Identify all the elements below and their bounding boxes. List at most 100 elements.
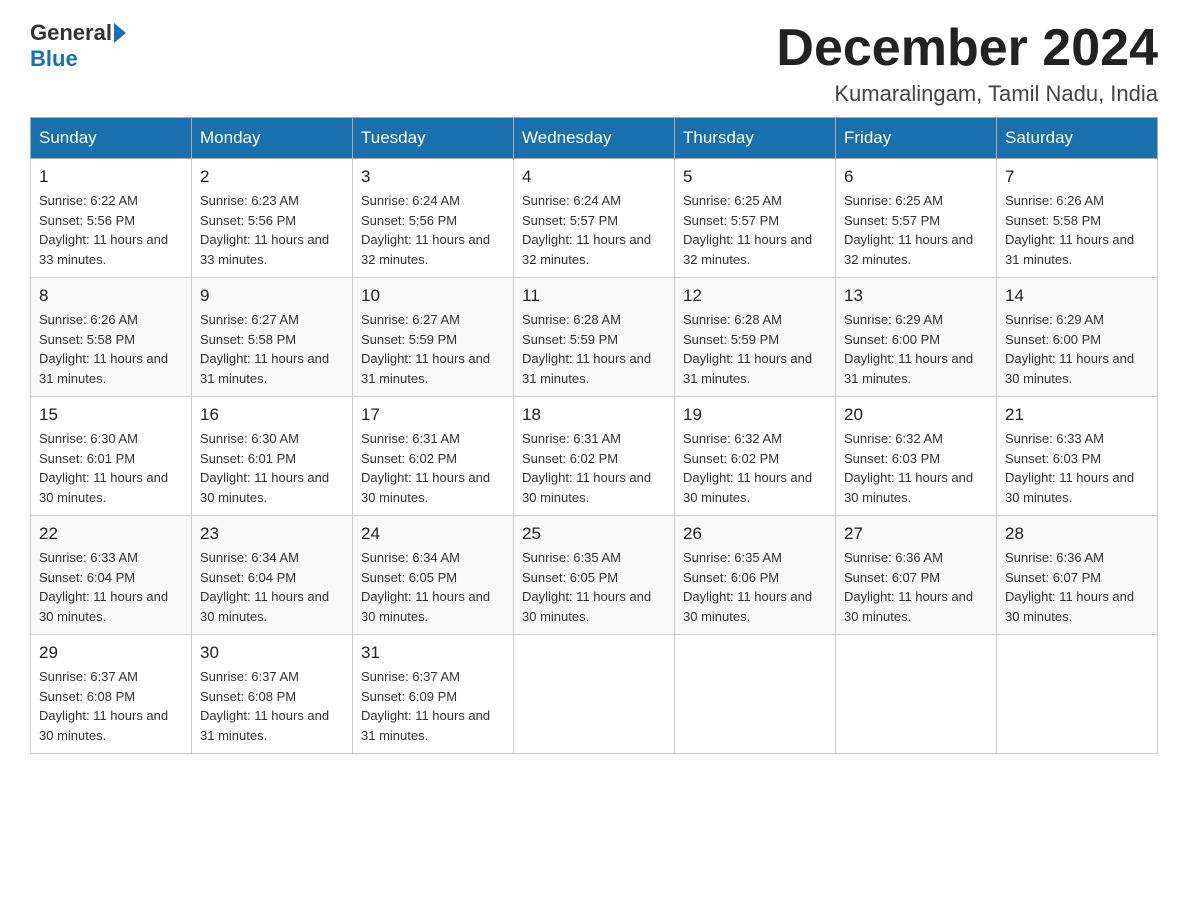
calendar-cell <box>836 635 997 754</box>
logo-general-text: General <box>30 20 112 46</box>
day-info: Sunrise: 6:30 AM Sunset: 6:01 PM Dayligh… <box>39 429 183 507</box>
day-number: 26 <box>683 524 827 544</box>
logo-triangle-icon <box>114 23 126 43</box>
day-info: Sunrise: 6:37 AM Sunset: 6:09 PM Dayligh… <box>361 667 505 745</box>
day-info: Sunrise: 6:25 AM Sunset: 5:57 PM Dayligh… <box>683 191 827 269</box>
calendar-week-row: 29 Sunrise: 6:37 AM Sunset: 6:08 PM Dayl… <box>31 635 1158 754</box>
calendar-cell: 12 Sunrise: 6:28 AM Sunset: 5:59 PM Dayl… <box>675 278 836 397</box>
calendar-week-row: 15 Sunrise: 6:30 AM Sunset: 6:01 PM Dayl… <box>31 397 1158 516</box>
calendar-cell: 10 Sunrise: 6:27 AM Sunset: 5:59 PM Dayl… <box>353 278 514 397</box>
calendar-cell: 27 Sunrise: 6:36 AM Sunset: 6:07 PM Dayl… <box>836 516 997 635</box>
day-info: Sunrise: 6:22 AM Sunset: 5:56 PM Dayligh… <box>39 191 183 269</box>
calendar-cell: 13 Sunrise: 6:29 AM Sunset: 6:00 PM Dayl… <box>836 278 997 397</box>
day-number: 24 <box>361 524 505 544</box>
day-number: 1 <box>39 167 183 187</box>
day-number: 4 <box>522 167 666 187</box>
calendar-cell: 8 Sunrise: 6:26 AM Sunset: 5:58 PM Dayli… <box>31 278 192 397</box>
day-number: 31 <box>361 643 505 663</box>
calendar-table: SundayMondayTuesdayWednesdayThursdayFrid… <box>30 117 1158 754</box>
calendar-cell: 22 Sunrise: 6:33 AM Sunset: 6:04 PM Dayl… <box>31 516 192 635</box>
day-info: Sunrise: 6:32 AM Sunset: 6:02 PM Dayligh… <box>683 429 827 507</box>
day-info: Sunrise: 6:28 AM Sunset: 5:59 PM Dayligh… <box>683 310 827 388</box>
day-info: Sunrise: 6:33 AM Sunset: 6:03 PM Dayligh… <box>1005 429 1149 507</box>
day-info: Sunrise: 6:24 AM Sunset: 5:57 PM Dayligh… <box>522 191 666 269</box>
calendar-cell: 11 Sunrise: 6:28 AM Sunset: 5:59 PM Dayl… <box>514 278 675 397</box>
day-info: Sunrise: 6:36 AM Sunset: 6:07 PM Dayligh… <box>844 548 988 626</box>
calendar-cell <box>997 635 1158 754</box>
day-info: Sunrise: 6:37 AM Sunset: 6:08 PM Dayligh… <box>200 667 344 745</box>
day-number: 13 <box>844 286 988 306</box>
day-number: 29 <box>39 643 183 663</box>
day-number: 25 <box>522 524 666 544</box>
day-info: Sunrise: 6:31 AM Sunset: 6:02 PM Dayligh… <box>361 429 505 507</box>
calendar-cell: 1 Sunrise: 6:22 AM Sunset: 5:56 PM Dayli… <box>31 159 192 278</box>
day-info: Sunrise: 6:29 AM Sunset: 6:00 PM Dayligh… <box>1005 310 1149 388</box>
weekday-header-thursday: Thursday <box>675 118 836 159</box>
calendar-cell: 5 Sunrise: 6:25 AM Sunset: 5:57 PM Dayli… <box>675 159 836 278</box>
day-info: Sunrise: 6:27 AM Sunset: 5:58 PM Dayligh… <box>200 310 344 388</box>
weekday-header-sunday: Sunday <box>31 118 192 159</box>
day-info: Sunrise: 6:37 AM Sunset: 6:08 PM Dayligh… <box>39 667 183 745</box>
day-number: 2 <box>200 167 344 187</box>
calendar-cell: 2 Sunrise: 6:23 AM Sunset: 5:56 PM Dayli… <box>192 159 353 278</box>
page-header: General Blue December 2024 Kumaralingam,… <box>30 20 1158 107</box>
calendar-cell: 26 Sunrise: 6:35 AM Sunset: 6:06 PM Dayl… <box>675 516 836 635</box>
calendar-cell: 7 Sunrise: 6:26 AM Sunset: 5:58 PM Dayli… <box>997 159 1158 278</box>
weekday-header-friday: Friday <box>836 118 997 159</box>
day-number: 5 <box>683 167 827 187</box>
calendar-cell <box>514 635 675 754</box>
logo: General Blue <box>30 20 128 72</box>
calendar-cell: 9 Sunrise: 6:27 AM Sunset: 5:58 PM Dayli… <box>192 278 353 397</box>
day-number: 22 <box>39 524 183 544</box>
day-number: 20 <box>844 405 988 425</box>
calendar-cell: 21 Sunrise: 6:33 AM Sunset: 6:03 PM Dayl… <box>997 397 1158 516</box>
calendar-cell: 17 Sunrise: 6:31 AM Sunset: 6:02 PM Dayl… <box>353 397 514 516</box>
day-info: Sunrise: 6:35 AM Sunset: 6:05 PM Dayligh… <box>522 548 666 626</box>
day-number: 3 <box>361 167 505 187</box>
month-title: December 2024 <box>776 20 1158 77</box>
day-info: Sunrise: 6:36 AM Sunset: 6:07 PM Dayligh… <box>1005 548 1149 626</box>
day-number: 7 <box>1005 167 1149 187</box>
day-info: Sunrise: 6:24 AM Sunset: 5:56 PM Dayligh… <box>361 191 505 269</box>
day-number: 30 <box>200 643 344 663</box>
day-info: Sunrise: 6:30 AM Sunset: 6:01 PM Dayligh… <box>200 429 344 507</box>
day-number: 12 <box>683 286 827 306</box>
calendar-cell: 15 Sunrise: 6:30 AM Sunset: 6:01 PM Dayl… <box>31 397 192 516</box>
location-subtitle: Kumaralingam, Tamil Nadu, India <box>776 81 1158 107</box>
day-info: Sunrise: 6:29 AM Sunset: 6:00 PM Dayligh… <box>844 310 988 388</box>
day-number: 11 <box>522 286 666 306</box>
calendar-cell: 14 Sunrise: 6:29 AM Sunset: 6:00 PM Dayl… <box>997 278 1158 397</box>
weekday-header-monday: Monday <box>192 118 353 159</box>
calendar-week-row: 1 Sunrise: 6:22 AM Sunset: 5:56 PM Dayli… <box>31 159 1158 278</box>
day-number: 15 <box>39 405 183 425</box>
logo-blue-text: Blue <box>30 46 78 72</box>
calendar-week-row: 8 Sunrise: 6:26 AM Sunset: 5:58 PM Dayli… <box>31 278 1158 397</box>
calendar-cell: 4 Sunrise: 6:24 AM Sunset: 5:57 PM Dayli… <box>514 159 675 278</box>
day-number: 21 <box>1005 405 1149 425</box>
calendar-cell: 20 Sunrise: 6:32 AM Sunset: 6:03 PM Dayl… <box>836 397 997 516</box>
day-number: 8 <box>39 286 183 306</box>
day-number: 19 <box>683 405 827 425</box>
day-info: Sunrise: 6:35 AM Sunset: 6:06 PM Dayligh… <box>683 548 827 626</box>
title-section: December 2024 Kumaralingam, Tamil Nadu, … <box>776 20 1158 107</box>
day-info: Sunrise: 6:26 AM Sunset: 5:58 PM Dayligh… <box>39 310 183 388</box>
day-info: Sunrise: 6:26 AM Sunset: 5:58 PM Dayligh… <box>1005 191 1149 269</box>
calendar-cell: 6 Sunrise: 6:25 AM Sunset: 5:57 PM Dayli… <box>836 159 997 278</box>
day-number: 23 <box>200 524 344 544</box>
calendar-cell: 18 Sunrise: 6:31 AM Sunset: 6:02 PM Dayl… <box>514 397 675 516</box>
weekday-header-wednesday: Wednesday <box>514 118 675 159</box>
day-number: 27 <box>844 524 988 544</box>
day-info: Sunrise: 6:23 AM Sunset: 5:56 PM Dayligh… <box>200 191 344 269</box>
day-number: 9 <box>200 286 344 306</box>
day-number: 28 <box>1005 524 1149 544</box>
day-number: 17 <box>361 405 505 425</box>
day-number: 16 <box>200 405 344 425</box>
calendar-cell: 25 Sunrise: 6:35 AM Sunset: 6:05 PM Dayl… <box>514 516 675 635</box>
calendar-cell: 3 Sunrise: 6:24 AM Sunset: 5:56 PM Dayli… <box>353 159 514 278</box>
calendar-cell: 28 Sunrise: 6:36 AM Sunset: 6:07 PM Dayl… <box>997 516 1158 635</box>
weekday-header-saturday: Saturday <box>997 118 1158 159</box>
calendar-cell <box>675 635 836 754</box>
weekday-header-tuesday: Tuesday <box>353 118 514 159</box>
day-info: Sunrise: 6:28 AM Sunset: 5:59 PM Dayligh… <box>522 310 666 388</box>
day-info: Sunrise: 6:27 AM Sunset: 5:59 PM Dayligh… <box>361 310 505 388</box>
